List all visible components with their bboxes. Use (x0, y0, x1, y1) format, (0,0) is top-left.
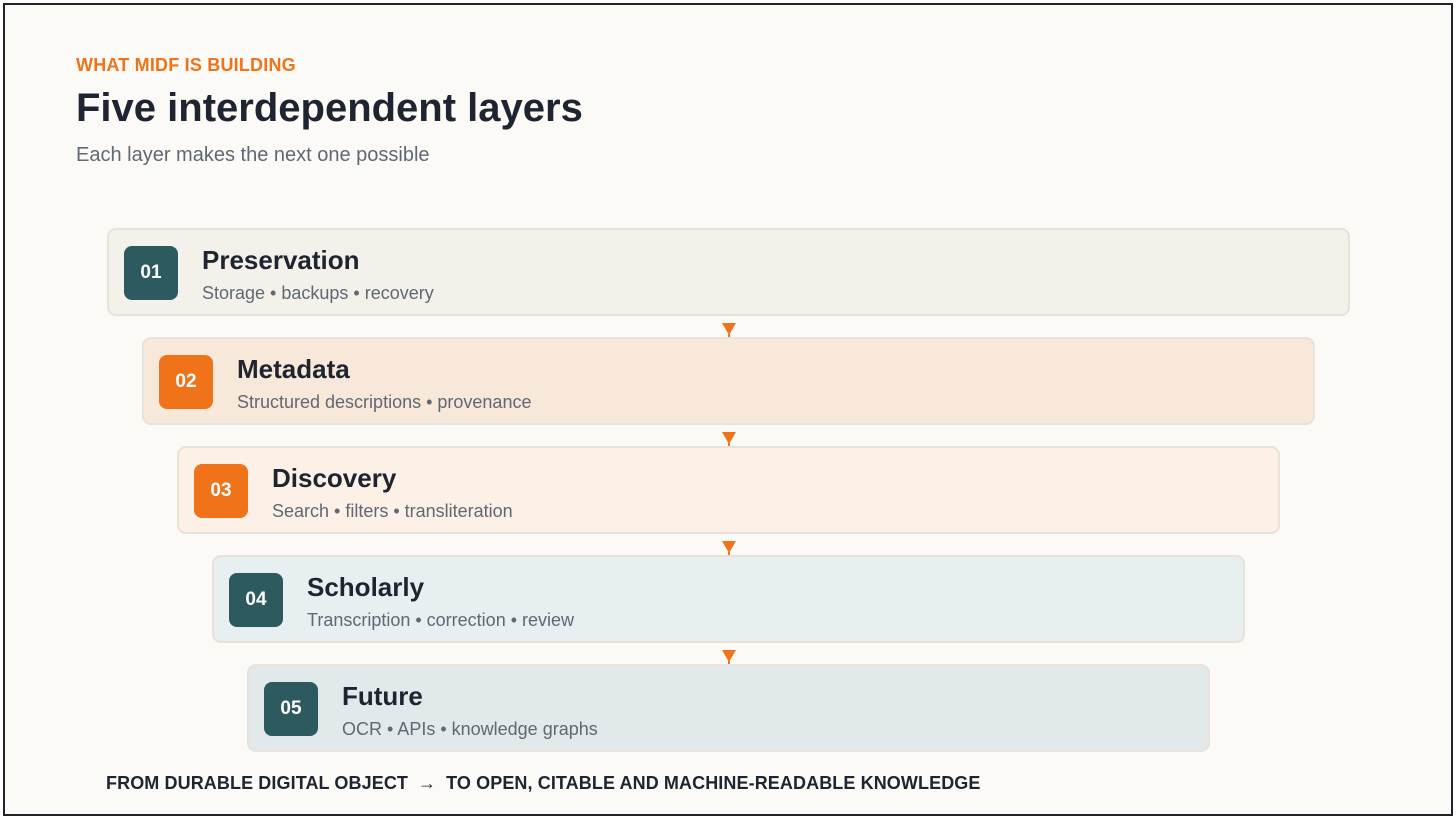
down-arrow-icon (722, 541, 736, 556)
layer-name: Discovery (272, 463, 397, 493)
layer-metadata: 02 Metadata Structured descriptions • pr… (142, 337, 1315, 425)
layer-description: Search • filters • transliteration (272, 501, 513, 521)
down-arrow-icon (722, 432, 736, 447)
slide: WHAT MIDF IS BUILDING Five interdependen… (3, 3, 1453, 816)
layer-name: Metadata (237, 354, 350, 384)
layer-description: OCR • APIs • knowledge graphs (342, 719, 598, 739)
layer-discovery: 03 Discovery Search • filters • translit… (177, 446, 1280, 534)
layer-scholarly: 04 Scholarly Transcription • correction … (212, 555, 1245, 643)
footer-to: TO OPEN, CITABLE AND MACHINE-READABLE KN… (446, 773, 981, 793)
layer-name: Scholarly (307, 572, 425, 602)
layer-number-badge: 02 (159, 355, 213, 409)
layer-preservation: 01 Preservation Storage • backups • reco… (107, 228, 1350, 316)
eyebrow-label: WHAT MIDF IS BUILDING (76, 55, 296, 75)
layer-name: Future (342, 681, 423, 711)
down-arrow-icon (722, 323, 736, 338)
layer-description: Structured descriptions • provenance (237, 392, 532, 412)
layer-future: 05 Future OCR • APIs • knowledge graphs (247, 664, 1210, 752)
layer-description: Storage • backups • recovery (202, 283, 434, 303)
right-arrow-icon: → (418, 773, 437, 793)
footer-tagline: FROM DURABLE DIGITAL OBJECT → TO OPEN, CIT… (106, 773, 981, 794)
layer-name: Preservation (202, 245, 360, 275)
layer-number-badge: 01 (124, 246, 178, 300)
layer-description: Transcription • correction • review (307, 610, 575, 630)
layer-number-badge: 05 (264, 682, 318, 736)
footer-from: FROM DURABLE DIGITAL OBJECT (106, 773, 409, 793)
page-subtitle: Each layer makes the next one possible (76, 144, 430, 166)
layer-number-badge: 03 (194, 464, 248, 518)
layer-number-badge: 04 (229, 573, 283, 627)
page-title: Five interdependent layers (76, 86, 583, 130)
down-arrow-icon (722, 650, 736, 665)
